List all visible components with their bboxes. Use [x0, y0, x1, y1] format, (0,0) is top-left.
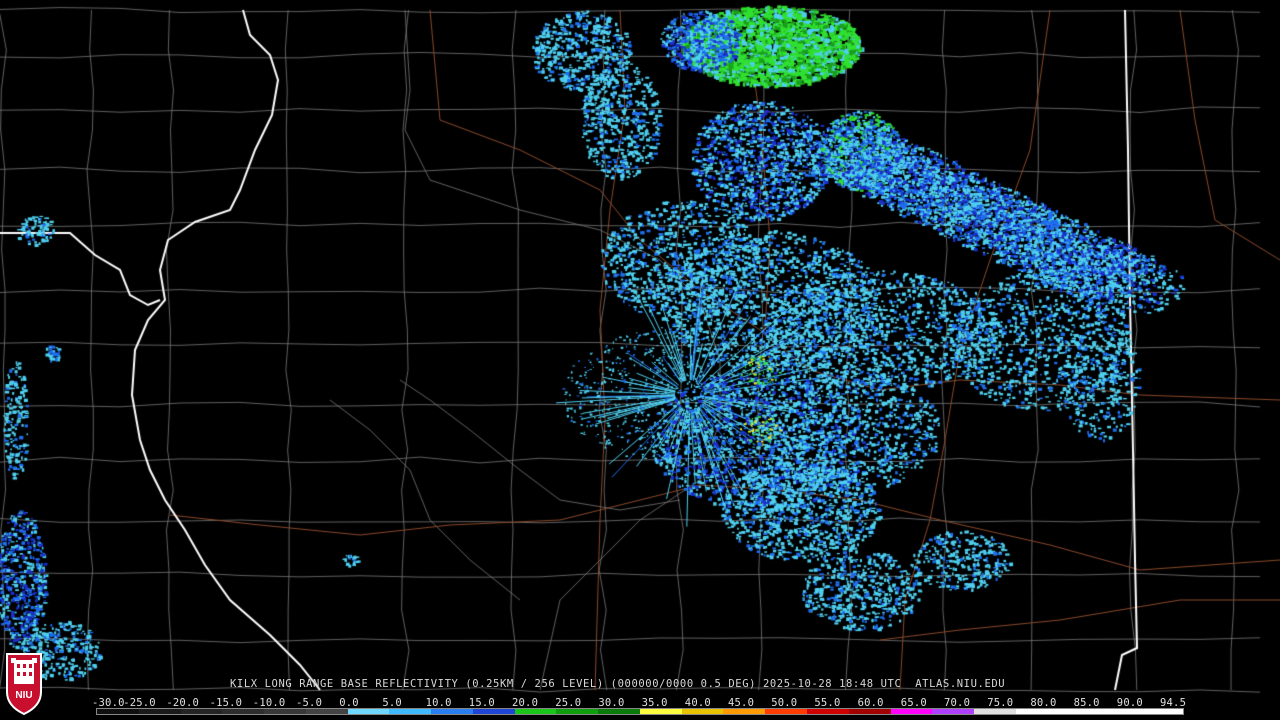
logo-text: NIU [15, 690, 32, 701]
colorbar-segment [389, 709, 432, 714]
colorbar-segment [138, 709, 181, 714]
colorbar-segment [1057, 709, 1100, 714]
colorbar-segment [848, 709, 891, 714]
colorbar-segment [347, 709, 390, 714]
colorbar-segment [472, 709, 515, 714]
colorbar-segment [556, 709, 599, 714]
product-caption: KILX LONG RANGE BASE REFLECTIVITY (0.25K… [230, 678, 1006, 690]
colorbar-segment [932, 709, 975, 714]
colorbar-segment [431, 709, 473, 714]
colorbar-segment [807, 709, 849, 714]
niu-logo: NIU [6, 653, 42, 716]
colorbar-segment [305, 709, 348, 714]
colorbar-segment [765, 709, 808, 714]
colorbar-segment [639, 709, 682, 714]
colorbar-segment [180, 709, 223, 714]
radar-map [0, 0, 1280, 720]
colorbar-segment [514, 709, 557, 714]
colorbar-segment [723, 709, 766, 714]
colorbar-segment [1099, 709, 1142, 714]
colorbar-segment [97, 709, 139, 714]
colorbar-segment [890, 709, 933, 714]
colorbar-segment [264, 709, 306, 714]
colorbar-segment [598, 709, 640, 714]
reflectivity-colorbar [96, 708, 1184, 715]
colorbar-segment [1015, 709, 1058, 714]
colorbar-segment [974, 709, 1016, 714]
colorbar-segment [681, 709, 724, 714]
colorbar-segment [1141, 709, 1183, 714]
colorbar-segment [222, 709, 265, 714]
